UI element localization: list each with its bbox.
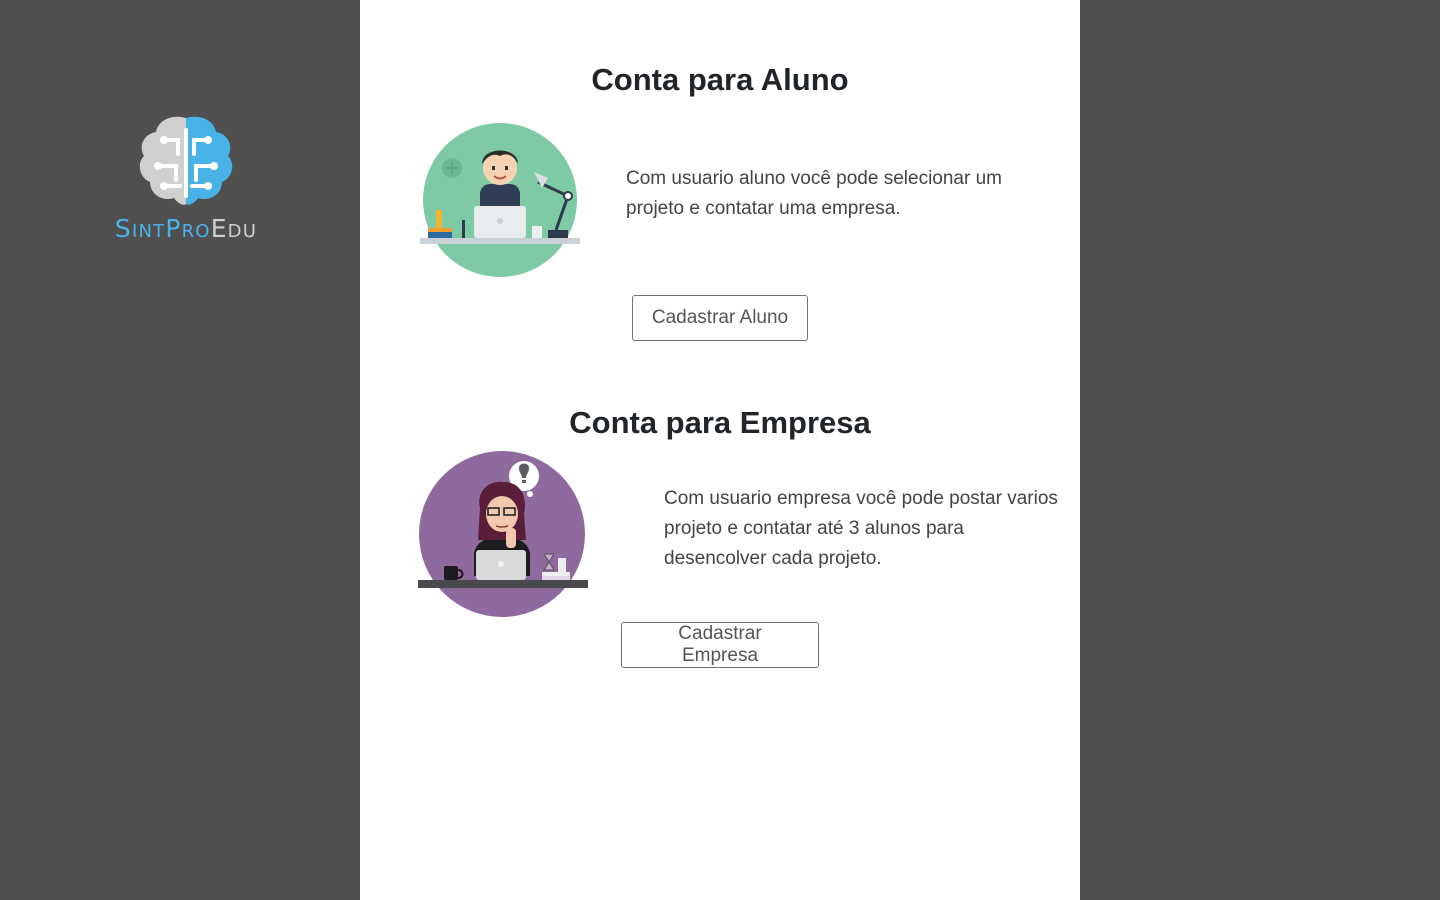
brand-logo: SintProEdu (88, 110, 284, 250)
register-student-button[interactable]: Cadastrar Aluno (632, 295, 808, 341)
student-illustration (420, 123, 580, 277)
aluno-description: Com usuario aluno você pode selecionar u… (626, 168, 1002, 219)
brand-name-edu: Edu (210, 214, 258, 243)
brain-icon (139, 116, 233, 205)
account-type-panel: Conta para Aluno Com usuario aluno você … (360, 0, 1080, 900)
company-illustration (418, 451, 588, 617)
brand-name-pro: Pro (165, 214, 211, 243)
register-company-button[interactable]: Cadastrar Empresa (621, 622, 819, 668)
empresa-description: Com usuario empresa você pode postar var… (664, 488, 1058, 569)
brand-name-sint: Sint (114, 214, 166, 243)
brand-name: SintProEdu (88, 214, 284, 243)
empresa-title: Conta para Empresa (569, 405, 871, 440)
aluno-title: Conta para Aluno (591, 62, 849, 97)
